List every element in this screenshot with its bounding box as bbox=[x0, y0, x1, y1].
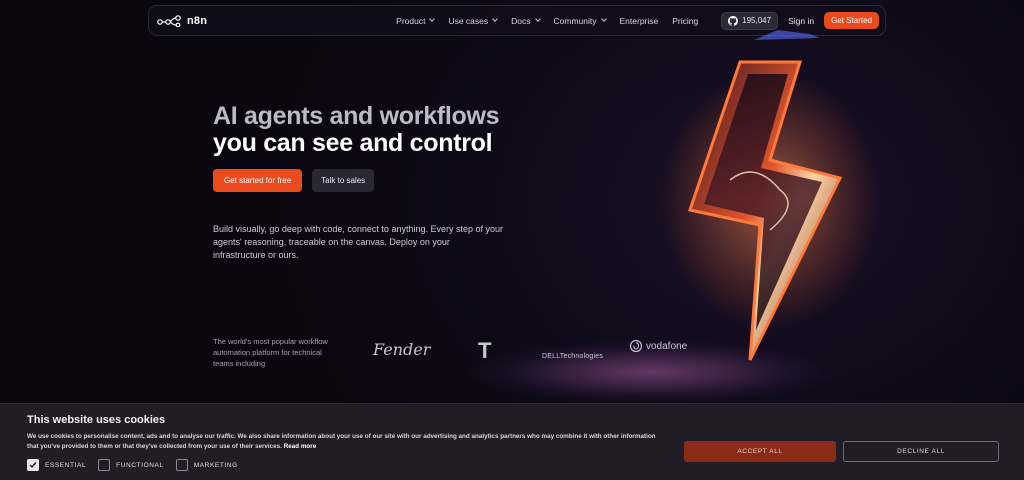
chevron-down-icon bbox=[429, 16, 436, 22]
menu-item-docs[interactable]: Docs bbox=[504, 16, 546, 26]
cookie-text: We use cookies to personalise content, a… bbox=[27, 432, 667, 452]
talk-to-sales-button[interactable]: Talk to sales bbox=[312, 169, 375, 192]
menu-label: Pricing bbox=[672, 15, 699, 26]
chevron-down-icon bbox=[600, 16, 607, 22]
menu-label: Product bbox=[396, 15, 426, 26]
functional-checkbox[interactable]: FUNCTIONAL bbox=[98, 459, 164, 471]
menu-item-use-cases[interactable]: Use cases bbox=[441, 16, 504, 26]
nav-actions: 195,047 Sign in Get Started bbox=[721, 11, 879, 30]
check-icon bbox=[29, 462, 37, 469]
checkbox-label: MARKETING bbox=[193, 461, 238, 469]
vodafone-text: vodafone bbox=[646, 340, 688, 352]
menu-label: Docs bbox=[511, 15, 531, 26]
cookie-banner: This website uses cookies We use cookies… bbox=[0, 403, 1024, 480]
decline-all-button[interactable]: DECLINE ALL bbox=[843, 441, 999, 462]
cookie-options: ESSENTIAL FUNCTIONAL MARKETING bbox=[27, 459, 238, 471]
menu-label: Community bbox=[553, 15, 597, 26]
cookie-description: We use cookies to personalise content, a… bbox=[27, 433, 656, 450]
hero-title-line-2: you can see and control bbox=[213, 129, 493, 157]
sign-in-link[interactable]: Sign in bbox=[788, 16, 814, 26]
hero-description: Build visually, go deep with code, conne… bbox=[213, 224, 503, 260]
github-stars-button[interactable]: 195,047 bbox=[721, 11, 779, 30]
menu-item-community[interactable]: Community bbox=[547, 16, 613, 26]
accept-all-button[interactable]: ACCEPT ALL bbox=[684, 441, 836, 462]
read-more-link[interactable]: Read more bbox=[284, 443, 317, 450]
chevron-down-icon bbox=[492, 16, 498, 22]
checkbox-unchecked[interactable] bbox=[175, 459, 188, 471]
checkbox-label: FUNCTIONAL bbox=[116, 461, 164, 469]
vodafone-icon bbox=[630, 340, 642, 352]
lightning-bolt-illustration bbox=[660, 30, 880, 361]
github-star-count: 195,047 bbox=[742, 16, 772, 25]
dell-technologies-logo: DELLTechnologies bbox=[542, 353, 604, 360]
n8n-logo-icon bbox=[157, 14, 181, 27]
github-icon bbox=[728, 15, 739, 26]
menu-label: Use cases bbox=[448, 15, 489, 26]
customer-logos-blurb: The world's most popular workflow automa… bbox=[213, 337, 328, 368]
vodafone-logo: vodafone bbox=[630, 340, 687, 352]
cookie-title: This website uses cookies bbox=[27, 414, 166, 426]
menu-item-pricing[interactable]: Pricing bbox=[665, 16, 705, 26]
marketing-checkbox[interactable]: MARKETING bbox=[175, 459, 238, 471]
essential-checkbox[interactable]: ESSENTIAL bbox=[27, 459, 86, 471]
menu-item-product[interactable]: Product bbox=[389, 16, 441, 26]
get-started-free-button[interactable]: Get started for free bbox=[213, 169, 303, 192]
checkbox-unchecked[interactable] bbox=[98, 459, 111, 471]
page: n8n Product Use cases Docs Community Ent… bbox=[0, 0, 1024, 480]
menu-item-enterprise[interactable]: Enterprise bbox=[613, 16, 666, 26]
hero-title: AI agents and workflows you can see and … bbox=[213, 102, 500, 157]
get-started-button[interactable]: Get Started bbox=[824, 12, 879, 29]
hero-title-line-1: AI agents and workflows bbox=[213, 102, 500, 130]
n8n-logo[interactable]: n8n bbox=[157, 15, 207, 27]
menu-label: Enterprise bbox=[619, 15, 659, 26]
hero-cta-group: Get started for free Talk to sales bbox=[213, 169, 375, 192]
fender-logo: Fender bbox=[373, 340, 431, 359]
checkbox-checked[interactable] bbox=[27, 459, 39, 471]
main-menu: Product Use cases Docs Community Enterpr… bbox=[389, 16, 705, 26]
chevron-down-icon bbox=[534, 16, 541, 22]
t-mobile-logo: T bbox=[478, 338, 492, 363]
checkbox-label: ESSENTIAL bbox=[45, 461, 87, 469]
logo-text: n8n bbox=[187, 14, 208, 27]
